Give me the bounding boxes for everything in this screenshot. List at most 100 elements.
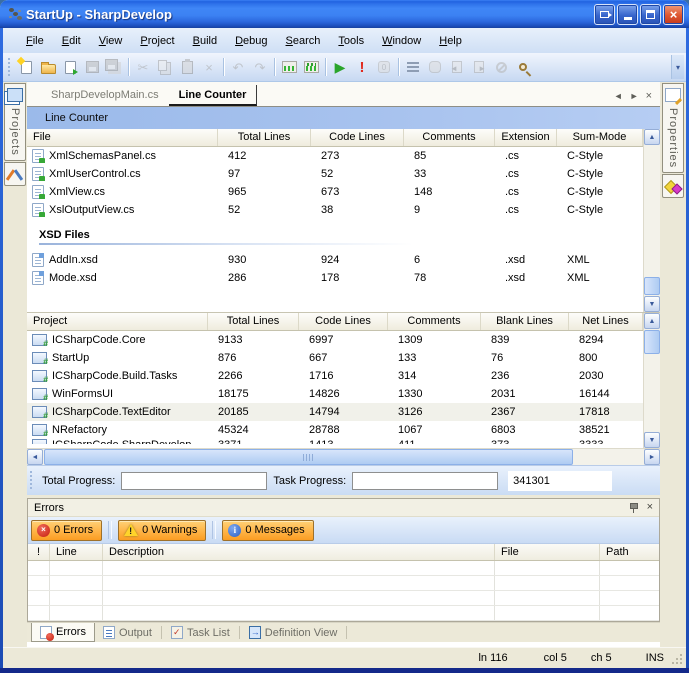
table-row[interactable]: XslOutputView.cs 52 38 9 .cs C-Style [27, 201, 643, 219]
column-header-file[interactable]: File [495, 544, 600, 560]
column-header-net-lines[interactable]: Net Lines [569, 313, 643, 330]
column-header-total-lines[interactable]: Total Lines [208, 313, 299, 330]
table-row[interactable]: NRefactory 45324 28788 1067 6803 38521 [27, 421, 643, 439]
rebuild-icon[interactable] [300, 56, 322, 78]
column-header-project[interactable]: Project [27, 313, 208, 330]
save-file-icon[interactable] [81, 56, 103, 78]
search-icon[interactable] [512, 56, 534, 78]
table-row[interactable]: AddIn.xsd 930 924 6 .xsd XML [27, 251, 643, 269]
next-tab-icon[interactable]: ► [630, 91, 639, 101]
close-tab-icon[interactable]: × [646, 90, 652, 102]
build-icon[interactable] [278, 56, 300, 78]
table-row[interactable]: WinFormsUI 18175 14826 1330 2031 16144 [27, 385, 643, 403]
column-header-code-lines[interactable]: Code Lines [299, 313, 388, 330]
column-header-line[interactable]: Line [50, 544, 103, 560]
pin-icon[interactable] [628, 502, 638, 513]
menu-window[interactable]: Window [373, 33, 430, 49]
close-panel-icon[interactable]: × [647, 502, 653, 513]
menu-debug[interactable]: Debug [226, 33, 276, 49]
table-row-partial[interactable]: ICSharpCode.SharpDevelop 3371 1413 411 3… [27, 439, 643, 444]
menu-tools[interactable]: Tools [329, 33, 373, 49]
table-row[interactable]: XmlSchemasPanel.cs 412 273 85 .cs C-Styl… [27, 147, 643, 165]
column-header-severity[interactable]: ! [28, 544, 50, 560]
tab-task-list[interactable]: Task List [163, 623, 238, 642]
menu-project[interactable]: Project [131, 33, 183, 49]
stop-icon[interactable]: 0 [373, 56, 395, 78]
menu-file[interactable]: File [17, 33, 53, 49]
warnings-filter-button[interactable]: 0 Warnings [118, 520, 206, 541]
menu-edit[interactable]: Edit [53, 33, 90, 49]
table-row[interactable]: XmlView.cs 965 673 148 .cs C-Style [27, 183, 643, 201]
scrollbar-thumb[interactable] [44, 449, 573, 465]
menu-view[interactable]: View [90, 33, 132, 49]
horizontal-scrollbar[interactable]: ◄ ► [27, 448, 660, 465]
table-row[interactable]: ICSharpCode.TextEditor 20185 14794 3126 … [27, 403, 643, 421]
scroll-down-icon[interactable]: ▼ [644, 432, 660, 448]
column-header-sum-mode[interactable]: Sum-Mode [557, 129, 643, 146]
table-row[interactable] [28, 561, 659, 576]
toolbar-grip[interactable] [7, 58, 12, 76]
bookmark-clear-icon[interactable] [490, 56, 512, 78]
table-row[interactable] [28, 591, 659, 606]
redo-icon[interactable]: ↷ [249, 56, 271, 78]
reload-icon[interactable] [59, 56, 81, 78]
toolbar-grip[interactable] [30, 471, 34, 491]
tab-sharpdevelopmain-cs[interactable]: SharpDevelopMain.cs [41, 85, 169, 106]
delete-icon[interactable]: × [198, 56, 220, 78]
scroll-up-icon[interactable]: ▲ [644, 129, 660, 145]
paste-icon[interactable] [176, 56, 198, 78]
projects-vertical-scrollbar[interactable]: ▲ ▼ [643, 313, 660, 448]
column-header-comments[interactable]: Comments [404, 129, 495, 146]
menu-search[interactable]: Search [277, 33, 330, 49]
scroll-right-icon[interactable]: ► [644, 449, 660, 465]
table-row[interactable] [28, 576, 659, 591]
toolbar-overflow-icon[interactable]: ▾ [671, 55, 684, 79]
maximize-button[interactable] [640, 4, 661, 25]
menu-build[interactable]: Build [184, 33, 226, 49]
tab-output[interactable]: Output [95, 623, 160, 642]
title-bar[interactable]: StartUp - SharpDevelop × [0, 0, 689, 28]
prev-tab-icon[interactable]: ◄ [614, 91, 623, 101]
list-icon[interactable] [402, 56, 424, 78]
dock-window-button[interactable] [594, 4, 615, 25]
errors-panel-titlebar[interactable]: Errors × [28, 499, 659, 517]
abort-icon[interactable]: ! [351, 56, 373, 78]
new-file-icon[interactable] [15, 56, 37, 78]
column-header-file[interactable]: File [27, 129, 218, 146]
table-row[interactable]: StartUp 876 667 133 76 800 [27, 349, 643, 367]
scroll-left-icon[interactable]: ◄ [27, 449, 43, 465]
sidebar-tab-projects[interactable]: Projects [4, 83, 26, 161]
errors-filter-button[interactable]: × 0 Errors [31, 520, 102, 541]
table-row[interactable] [28, 606, 659, 621]
save-all-icon[interactable] [103, 56, 125, 78]
column-header-comments[interactable]: Comments [388, 313, 481, 330]
table-row[interactable]: ICSharpCode.Core 9133 6997 1309 839 8294 [27, 331, 643, 349]
undo-icon[interactable]: ↶ [227, 56, 249, 78]
open-file-icon[interactable] [37, 56, 59, 78]
run-icon[interactable]: ▶ [329, 56, 351, 78]
column-header-blank-lines[interactable]: Blank Lines [481, 313, 569, 330]
scrollbar-thumb[interactable] [644, 277, 660, 295]
menu-help[interactable]: Help [430, 33, 471, 49]
cut-icon[interactable]: ✂ [132, 56, 154, 78]
copy-icon[interactable] [154, 56, 176, 78]
scroll-down-icon[interactable]: ▼ [644, 296, 660, 312]
column-header-description[interactable]: Description [103, 544, 495, 560]
column-header-extension[interactable]: Extension [495, 129, 557, 146]
minimize-button[interactable] [617, 4, 638, 25]
resize-grip[interactable] [672, 654, 682, 664]
bookmark-prev-icon[interactable] [446, 56, 468, 78]
bookmark-toggle-icon[interactable] [424, 56, 446, 78]
table-row[interactable]: XmlUserControl.cs 97 52 33 .cs C-Style [27, 165, 643, 183]
table-row[interactable]: ICSharpCode.Build.Tasks 2266 1716 314 23… [27, 367, 643, 385]
column-header-code-lines[interactable]: Code Lines [311, 129, 404, 146]
bookmark-next-icon[interactable] [468, 56, 490, 78]
tab-line-counter[interactable]: Line Counter [169, 85, 258, 106]
column-header-path[interactable]: Path [600, 544, 659, 560]
messages-filter-button[interactable]: i 0 Messages [222, 520, 313, 541]
tab-definition-view[interactable]: Definition View [241, 623, 346, 642]
sidebar-tab-tools[interactable] [4, 162, 26, 186]
sidebar-tab-properties[interactable]: Properties [662, 83, 684, 173]
column-header-total-lines[interactable]: Total Lines [218, 129, 311, 146]
scroll-up-icon[interactable]: ▲ [644, 313, 660, 329]
